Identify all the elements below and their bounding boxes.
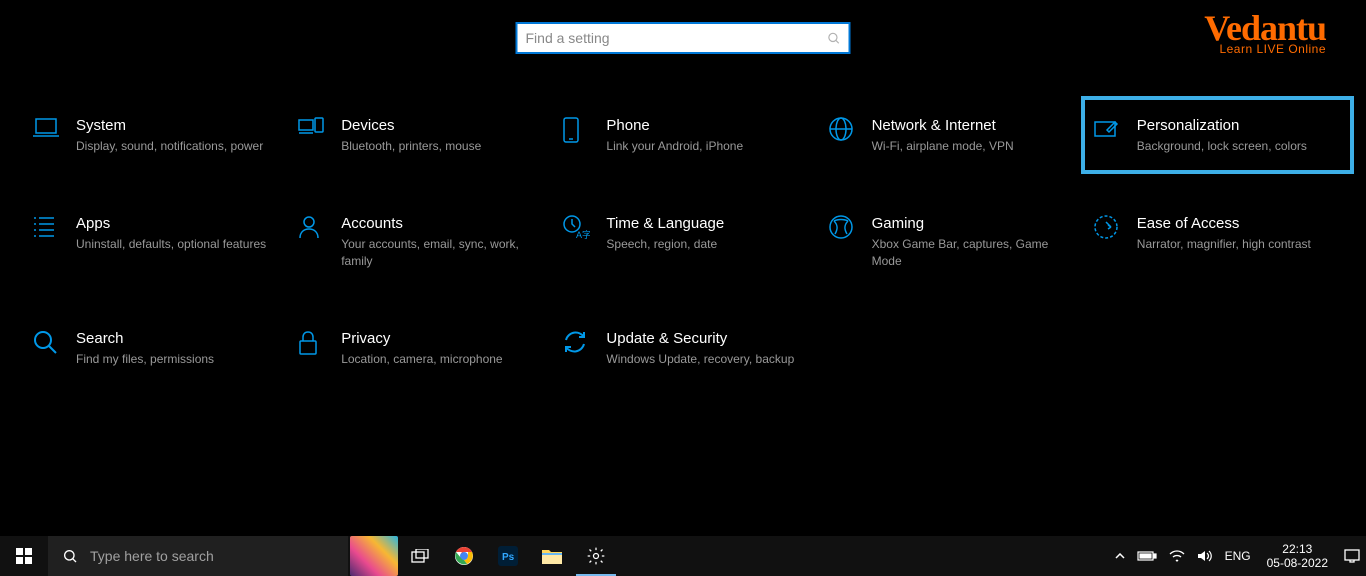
taskbar-widget-icon[interactable]	[350, 536, 398, 576]
category-title: Privacy	[341, 329, 534, 349]
category-desc: Link your Android, iPhone	[606, 138, 799, 155]
category-title: System	[76, 116, 269, 136]
search-icon	[62, 548, 78, 564]
category-title: Devices	[341, 116, 534, 136]
category-title: Apps	[76, 214, 269, 234]
category-desc: Uninstall, defaults, optional features	[76, 236, 269, 253]
category-desc: Background, lock screen, colors	[1137, 138, 1330, 155]
tray-clock[interactable]: 22:13 05-08-2022	[1257, 542, 1338, 571]
windows-icon	[16, 548, 32, 564]
start-button[interactable]	[0, 536, 48, 576]
category-desc: Xbox Game Bar, captures, Game Mode	[872, 236, 1065, 270]
taskbar-search[interactable]: Type here to search	[48, 536, 348, 576]
taskbar-app-photoshop[interactable]: Ps	[486, 536, 530, 576]
laptop-icon	[32, 116, 76, 148]
category-desc: Bluetooth, printers, mouse	[341, 138, 534, 155]
category-gaming[interactable]: GamingXbox Game Bar, captures, Game Mode	[824, 206, 1081, 277]
category-desc: Narrator, magnifier, high contrast	[1137, 236, 1330, 253]
category-title: Phone	[606, 116, 799, 136]
category-personalization[interactable]: Personalization Background, lock screen, …	[1081, 96, 1354, 174]
phone-icon	[562, 116, 606, 148]
time-language-icon: A字	[562, 214, 606, 246]
vedantu-logo: Vedantu Learn LIVE Online	[1204, 12, 1326, 56]
globe-icon	[828, 116, 872, 148]
category-title: Gaming	[872, 214, 1065, 234]
category-desc: Windows Update, recovery, backup	[606, 351, 799, 368]
category-update-security[interactable]: Update & Security Windows Update, recover…	[558, 321, 815, 375]
svg-text:Ps: Ps	[502, 552, 515, 563]
system-tray: ENG 22:13 05-08-2022	[1109, 536, 1366, 576]
search-icon	[827, 31, 841, 45]
category-desc: Speech, region, date	[606, 236, 799, 253]
category-network[interactable]: Network & Internet Wi-Fi, airplane mode, …	[824, 108, 1081, 162]
category-title: Personalization	[1137, 116, 1330, 136]
apps-icon	[32, 214, 76, 246]
taskbar-app-explorer[interactable]	[530, 536, 574, 576]
category-devices[interactable]: Devices Bluetooth, printers, mouse	[293, 108, 550, 162]
update-icon	[562, 329, 606, 361]
tray-volume-icon[interactable]	[1191, 536, 1219, 576]
gaming-icon	[828, 214, 872, 246]
privacy-icon	[297, 329, 341, 361]
category-system[interactable]: System Display, sound, notifications, pow…	[28, 108, 285, 162]
personalization-icon	[1093, 116, 1137, 148]
accounts-icon	[297, 214, 341, 246]
tray-battery-icon[interactable]	[1131, 536, 1163, 576]
category-title: Ease of Access	[1137, 214, 1330, 234]
taskbar-app-settings[interactable]	[574, 536, 618, 576]
clock-time: 22:13	[1267, 542, 1328, 556]
tray-wifi-icon[interactable]	[1163, 536, 1191, 576]
category-desc: Display, sound, notifications, power	[76, 138, 269, 155]
category-title: Network & Internet	[872, 116, 1065, 136]
taskbar-search-text: Type here to search	[90, 548, 214, 564]
svg-text:A字: A字	[576, 229, 590, 240]
settings-search-input[interactable]	[526, 30, 827, 46]
category-search[interactable]: Search Find my files, permissions	[28, 321, 285, 375]
category-desc: Your accounts, email, sync, work, family	[341, 236, 534, 270]
taskbar-app-chrome[interactable]	[442, 536, 486, 576]
tray-chevron-up-icon[interactable]	[1109, 536, 1131, 576]
category-phone[interactable]: Phone Link your Android, iPhone	[558, 108, 815, 162]
logo-name: Vedantu	[1204, 12, 1326, 44]
clock-date: 05-08-2022	[1267, 556, 1328, 570]
category-accounts[interactable]: AccountsYour accounts, email, sync, work…	[293, 206, 550, 277]
category-privacy[interactable]: Privacy Location, camera, microphone	[293, 321, 550, 375]
settings-search-box[interactable]	[516, 22, 851, 54]
category-title: Update & Security	[606, 329, 799, 349]
ease-of-access-icon	[1093, 214, 1137, 246]
devices-icon	[297, 116, 341, 148]
category-desc: Wi-Fi, airplane mode, VPN	[872, 138, 1065, 155]
task-view-button[interactable]	[398, 536, 442, 576]
logo-tagline: Learn LIVE Online	[1204, 42, 1326, 56]
category-time-language[interactable]: A字 Time & Language Speech, region, date	[558, 206, 815, 277]
taskbar: Type here to search Ps ENG 22:13 05-08-2…	[0, 536, 1366, 576]
category-desc: Find my files, permissions	[76, 351, 269, 368]
search-icon	[32, 329, 76, 361]
category-title: Search	[76, 329, 269, 349]
category-apps[interactable]: Apps Uninstall, defaults, optional featur…	[28, 206, 285, 277]
settings-categories-grid: System Display, sound, notifications, pow…	[28, 108, 1346, 376]
tray-language[interactable]: ENG	[1219, 536, 1257, 576]
category-ease-of-access[interactable]: Ease of Access Narrator, magnifier, high …	[1089, 206, 1346, 277]
category-desc: Location, camera, microphone	[341, 351, 534, 368]
category-title: Accounts	[341, 214, 534, 234]
tray-notifications-icon[interactable]	[1338, 536, 1366, 576]
category-title: Time & Language	[606, 214, 799, 234]
